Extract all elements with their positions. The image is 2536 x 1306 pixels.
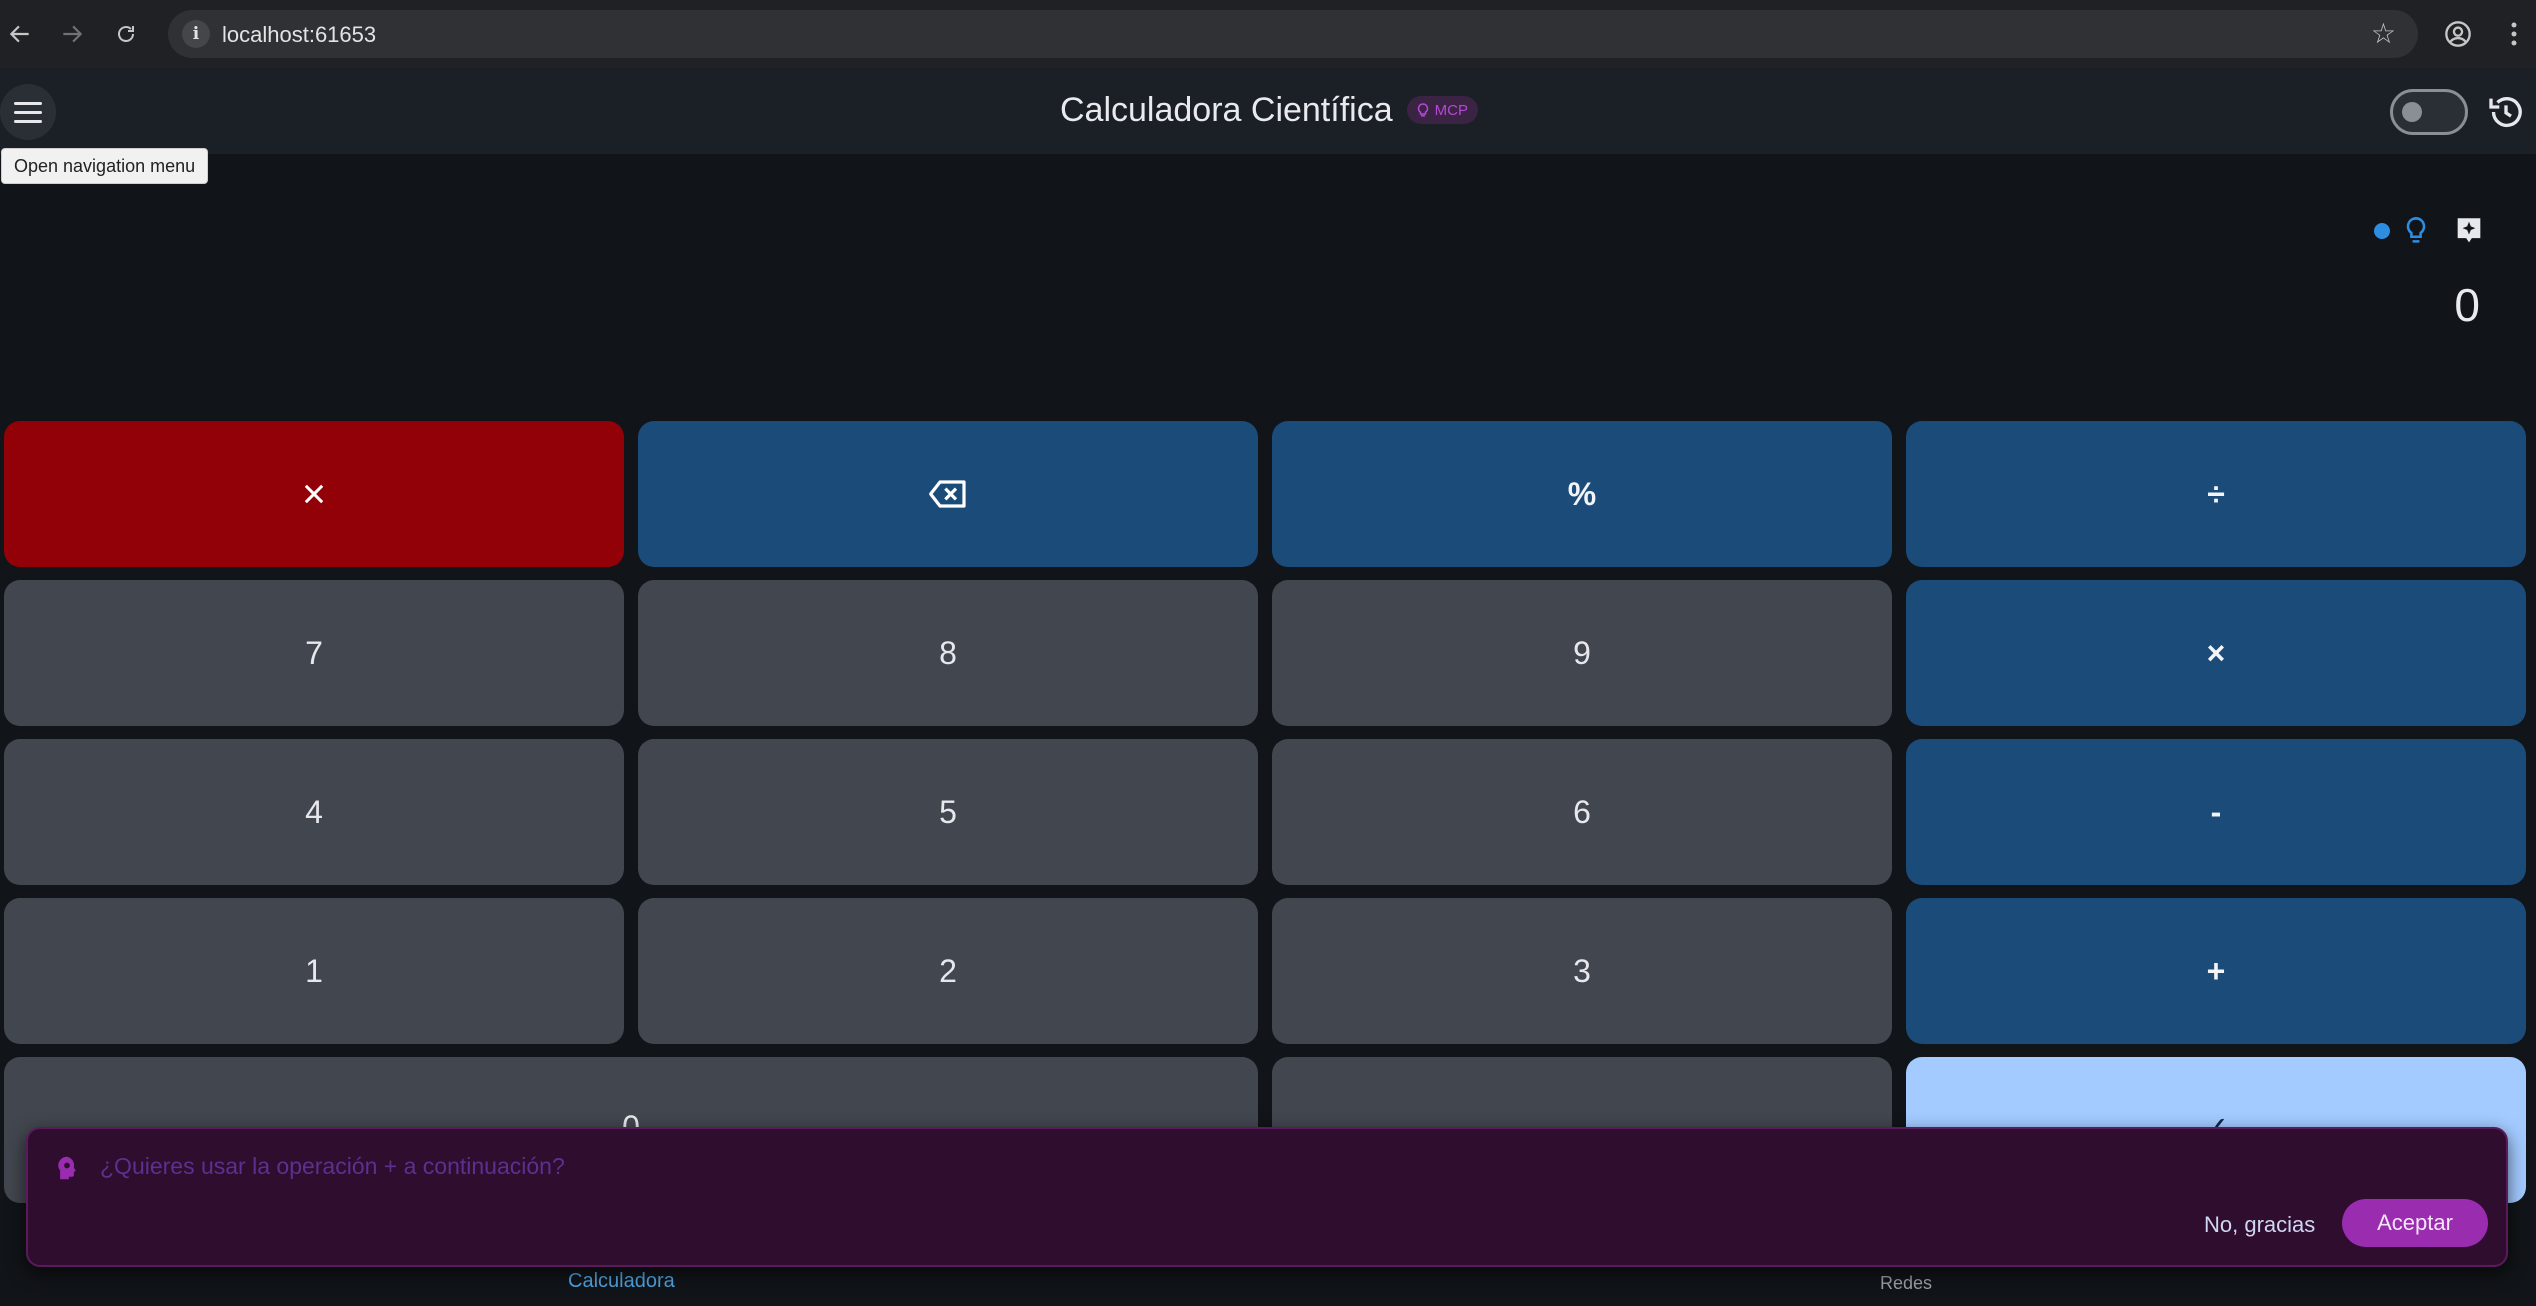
- digit-6-button[interactable]: 6: [1272, 739, 1892, 885]
- mcp-badge: MCP: [1406, 96, 1478, 124]
- clear-button[interactable]: [4, 421, 624, 567]
- snackbar-message: ¿Quieres usar la operación + a continuac…: [100, 1153, 565, 1179]
- reload-icon[interactable]: [108, 16, 144, 52]
- history-icon[interactable]: [2486, 92, 2526, 132]
- suggestion-snackbar: ¿Quieres usar la operación + a continuac…: [26, 1127, 2508, 1267]
- display-value: 0: [2454, 279, 2480, 331]
- theme-toggle-switch[interactable]: [2390, 89, 2468, 135]
- digit-4-button[interactable]: 4: [4, 739, 624, 885]
- digit-3-button[interactable]: 3: [1272, 898, 1892, 1044]
- title-group: Calculadora Científica MCP: [1060, 90, 1478, 130]
- toggle-knob: [2402, 102, 2422, 122]
- ai-assistant-icon[interactable]: [2452, 214, 2486, 248]
- profile-icon[interactable]: [2440, 16, 2476, 52]
- psychology-icon: [52, 1153, 82, 1183]
- digit-9-button[interactable]: 9: [1272, 580, 1892, 726]
- accept-button[interactable]: Aceptar: [2342, 1199, 2488, 1247]
- multiply-button[interactable]: ×: [1906, 580, 2526, 726]
- app-bar: Calculadora Científica MCP: [0, 68, 2536, 154]
- forward-icon[interactable]: [54, 16, 90, 52]
- backspace-button[interactable]: [638, 421, 1258, 567]
- subtract-button[interactable]: -: [1906, 739, 2526, 885]
- nav-item-calculadora[interactable]: Calculadora: [568, 1270, 675, 1293]
- page-title: Calculadora Científica: [1060, 90, 1393, 129]
- lightbulb-icon: [1417, 103, 1428, 117]
- percent-button[interactable]: %: [1272, 421, 1892, 567]
- nav-item-redes[interactable]: Redes: [1880, 1273, 1932, 1294]
- status-dot: [2374, 223, 2390, 239]
- browser-menu-icon[interactable]: [2496, 16, 2532, 52]
- badge-label: MCP: [1434, 101, 1468, 119]
- digit-1-button[interactable]: 1: [4, 898, 624, 1044]
- hamburger-icon-line: [14, 119, 42, 123]
- dismiss-button[interactable]: No, gracias: [2204, 1201, 2315, 1249]
- digit-5-button[interactable]: 5: [638, 739, 1258, 885]
- lightbulb-icon[interactable]: [2402, 216, 2430, 246]
- divide-button[interactable]: ÷: [1906, 421, 2526, 567]
- site-info-icon[interactable]: i: [182, 20, 210, 48]
- navigation-menu-button[interactable]: [0, 84, 56, 140]
- bookmark-star-icon[interactable]: ☆: [2371, 17, 2396, 50]
- digit-2-button[interactable]: 2: [638, 898, 1258, 1044]
- browser-toolbar: i localhost:61653 ☆: [0, 0, 2536, 68]
- backspace-icon: [929, 480, 966, 508]
- url-text[interactable]: localhost:61653: [222, 22, 376, 48]
- digit-8-button[interactable]: 8: [638, 580, 1258, 726]
- digit-7-button[interactable]: 7: [4, 580, 624, 726]
- address-bar[interactable]: i localhost:61653 ☆: [168, 10, 2418, 58]
- close-icon: [304, 484, 324, 504]
- navigation-tooltip: Open navigation menu: [1, 148, 209, 184]
- hamburger-icon-line: [14, 110, 42, 114]
- back-icon[interactable]: [2, 16, 38, 52]
- hamburger-icon-line: [14, 101, 42, 105]
- add-button[interactable]: +: [1906, 898, 2526, 1044]
